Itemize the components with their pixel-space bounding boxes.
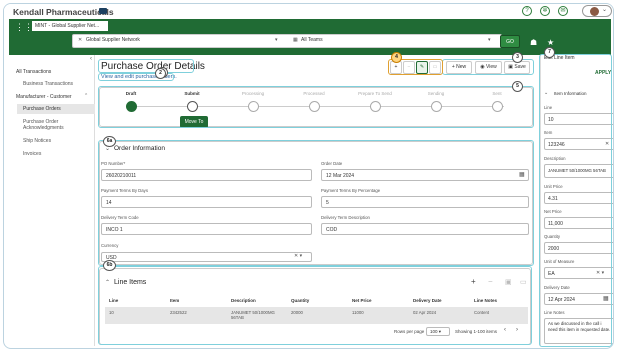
sidebar-item-ship-notices[interactable]: Ship Notices <box>23 138 51 144</box>
badge-5: 5 <box>512 81 523 92</box>
user-menu[interactable]: ⌄ <box>582 5 612 17</box>
annotation-box-5 <box>98 86 534 128</box>
sidebar-section-all-transactions[interactable]: All Transactions <box>16 69 51 75</box>
teams-chevron-icon: ▾ <box>488 37 491 43</box>
settings-icon[interactable]: ✲ <box>540 6 550 16</box>
badge-6b: 6b <box>103 260 116 271</box>
sidebar-item-business-transactions[interactable]: Business Transactions <box>23 81 73 87</box>
sidebar-collapse-icon[interactable]: ‹ <box>90 56 92 62</box>
annotation-box-1 <box>98 59 194 73</box>
badge-3: 3 <box>512 52 523 63</box>
avatar <box>590 7 599 16</box>
badge-2: 2 <box>155 68 166 79</box>
help-icon[interactable]: ? <box>522 6 532 16</box>
chevron-down-icon: ⌄ <box>602 7 608 13</box>
sidebar-section-manufacturer[interactable]: Manufacturer - Customer <box>16 94 72 100</box>
sidebar-item-purchase-orders[interactable]: Purchase Orders <box>23 106 61 112</box>
annotation-box-6a <box>98 140 534 266</box>
tab-mint[interactable]: MINT - Global Supplier Net... <box>32 21 108 31</box>
app-window: Kendall Pharmaceuticals ? ✲ ✉ ⌄ ⋮⋮⋮ MINT… <box>3 3 614 349</box>
notifications-icon[interactable]: ✉ <box>558 6 568 16</box>
collapse-chevron-icon[interactable]: ⌃ <box>84 93 88 99</box>
network-select[interactable]: Global Supplier Network <box>86 37 140 43</box>
badge-6a: 6a <box>103 136 116 147</box>
network-chevron-icon: ▾ <box>275 37 278 43</box>
badge-7: 7 <box>544 47 555 58</box>
star-icon[interactable]: ★ <box>547 38 554 47</box>
sidebar-item-po-acknowledgments[interactable]: Purchase Order Acknowledgments <box>23 119 83 131</box>
teams-select[interactable]: All Teams <box>301 37 323 43</box>
brand-icon <box>99 8 107 14</box>
clear-icon[interactable]: ✕ <box>78 37 82 43</box>
teams-icon: ▦ <box>293 37 298 43</box>
sidebar-item-invoices[interactable]: Invoices <box>23 151 41 157</box>
people-icon[interactable]: ☗ <box>530 38 537 47</box>
annotation-box-7 <box>539 54 612 347</box>
go-button[interactable]: GO <box>500 35 520 48</box>
annotation-box-6b <box>98 266 532 345</box>
badge-4: 4 <box>391 52 402 63</box>
